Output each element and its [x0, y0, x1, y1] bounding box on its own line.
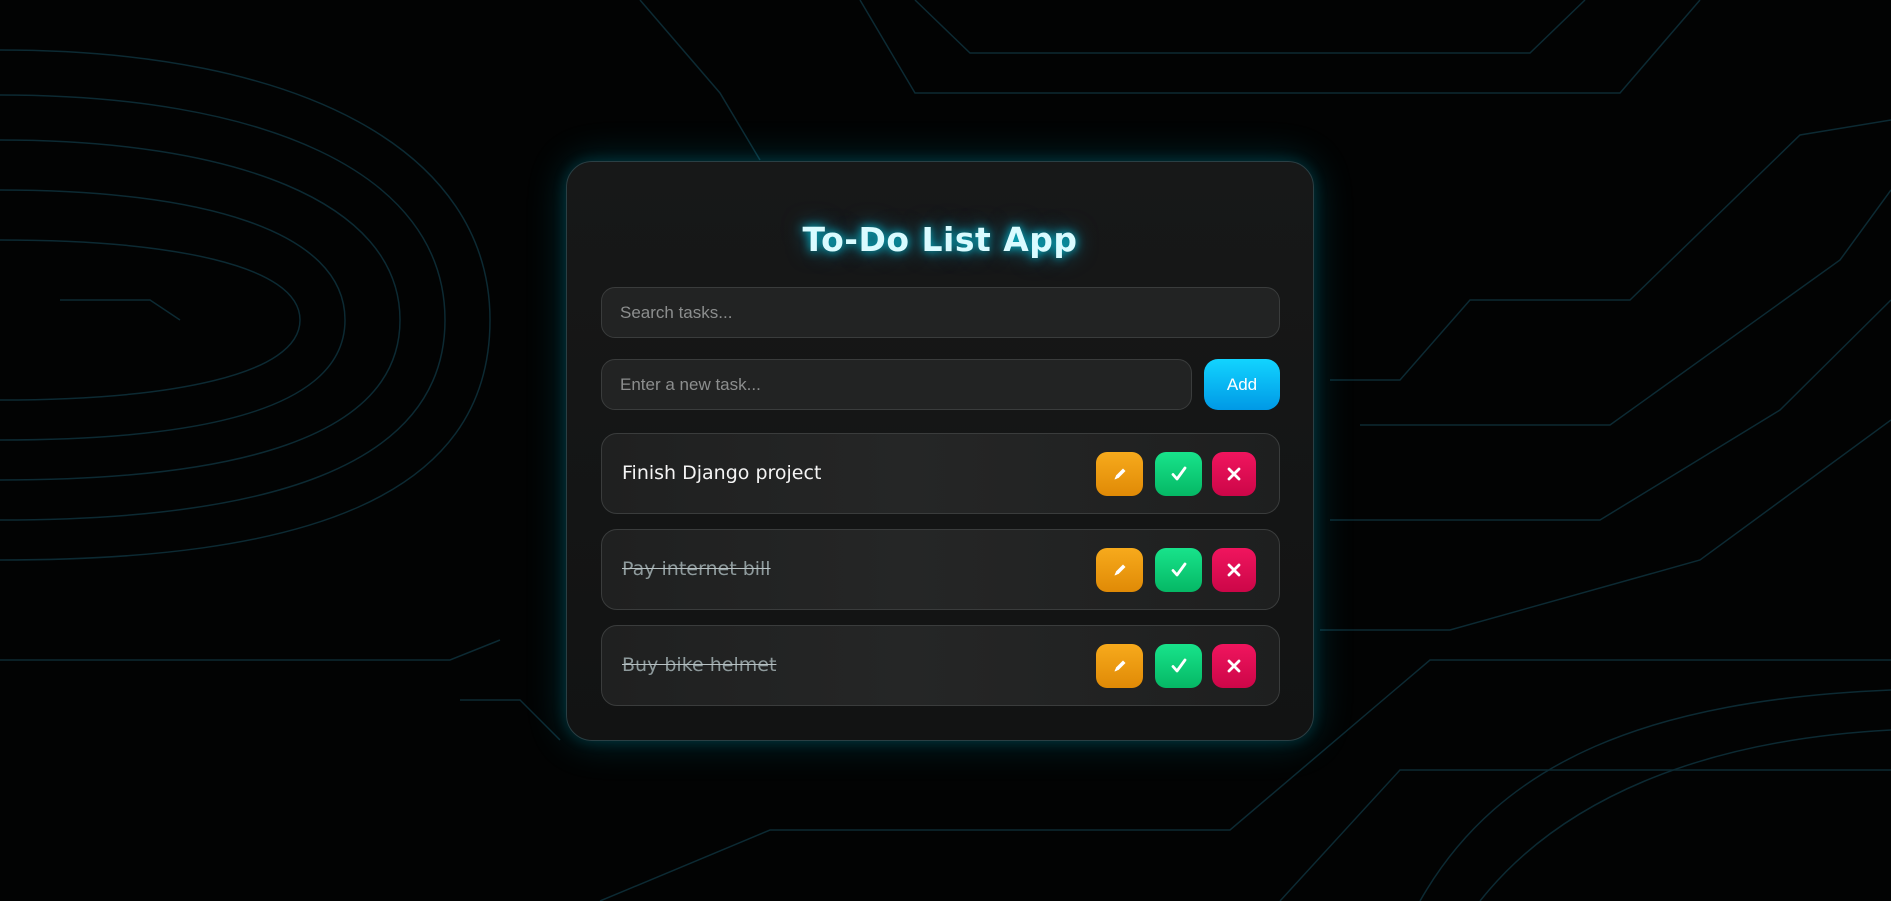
pencil-icon: [1114, 660, 1125, 672]
search-input[interactable]: [601, 287, 1280, 338]
edit-task-button[interactable]: [1096, 644, 1143, 688]
task-text: Pay internet bill: [622, 558, 771, 580]
delete-task-button[interactable]: [1212, 452, 1256, 496]
check-icon: [1171, 466, 1186, 481]
new-task-input[interactable]: [601, 359, 1192, 410]
task-item: Buy bike helmet: [601, 625, 1280, 706]
complete-task-button[interactable]: [1155, 548, 1202, 592]
pencil-icon: [1114, 468, 1125, 480]
pencil-icon: [1114, 564, 1125, 576]
app-title: To-Do List App: [802, 220, 1078, 259]
close-icon: [1227, 563, 1241, 577]
task-item: Finish Django project: [601, 433, 1280, 514]
edit-task-button[interactable]: [1096, 548, 1143, 592]
task-text: Buy bike helmet: [622, 654, 777, 676]
delete-task-button[interactable]: [1212, 548, 1256, 592]
check-icon: [1171, 562, 1186, 577]
close-icon: [1227, 659, 1241, 673]
edit-task-button[interactable]: [1096, 452, 1143, 496]
complete-task-button[interactable]: [1155, 644, 1202, 688]
todo-card: To-Do List App Add Finish Django project…: [566, 161, 1314, 741]
close-icon: [1227, 467, 1241, 481]
delete-task-button[interactable]: [1212, 644, 1256, 688]
task-item: Pay internet bill: [601, 529, 1280, 610]
task-text: Finish Django project: [622, 462, 822, 484]
check-icon: [1171, 658, 1186, 673]
complete-task-button[interactable]: [1155, 452, 1202, 496]
add-task-button[interactable]: Add: [1204, 359, 1280, 410]
